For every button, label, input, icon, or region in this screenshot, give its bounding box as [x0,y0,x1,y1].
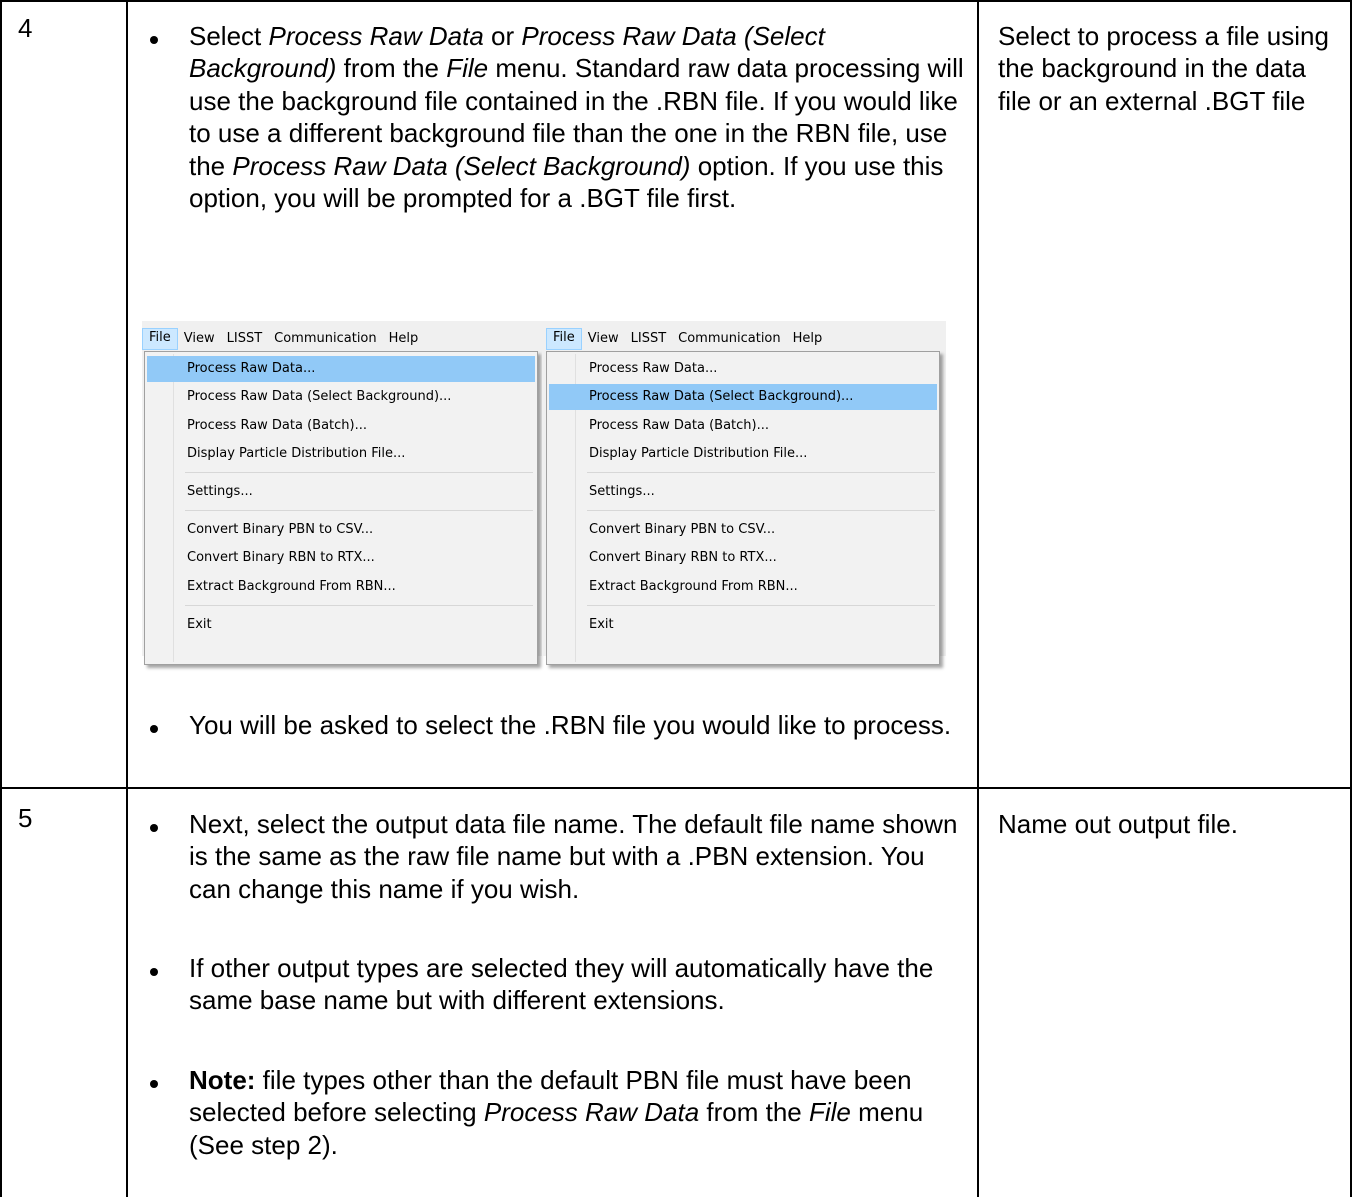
menu-item-exit[interactable]: Exit [147,612,535,638]
file-menu-screenshot-left: File View LISST Communication Help Proce… [142,321,542,665]
menu-file[interactable]: File [142,328,178,350]
menu-item-process-raw-select-background[interactable]: Process Raw Data (Select Background)... [549,384,937,410]
menu-item-exit[interactable]: Exit [549,612,937,638]
table-border-col1 [126,0,128,1197]
menubar: File View LISST Communication Help [546,327,828,351]
menu-item-convert-pbn[interactable]: Convert Binary PBN to CSV... [147,517,535,543]
menu-item-process-raw[interactable]: Process Raw Data... [147,356,535,382]
bullet [150,824,158,832]
menu-separator [587,472,935,473]
step-4-instruction: Select Process Raw Data or Process Raw D… [189,21,964,214]
menu-item-convert-rbn[interactable]: Convert Binary RBN to RTX... [147,545,535,571]
step-5-output-types: If other output types are selected they … [189,953,934,1016]
menu-item-display-distribution[interactable]: Display Particle Distribution File... [147,441,535,467]
menu-communication[interactable]: Communication [672,329,786,349]
menu-file[interactable]: File [546,328,582,350]
bullet [150,36,158,44]
menu-separator [587,510,935,511]
document-page: 4 Select Process Raw Data or Process Raw… [0,0,1353,1197]
menu-separator [185,472,533,473]
menu-separator [185,605,533,606]
step-4-followup: You will be asked to select the .RBN fil… [189,710,952,740]
step-5-output-name: Next, select the output data file name. … [189,809,958,904]
menu-item-process-raw-select-background[interactable]: Process Raw Data (Select Background)... [147,384,535,410]
menubar: File View LISST Communication Help [142,327,424,351]
menu-item-convert-rbn[interactable]: Convert Binary RBN to RTX... [549,545,937,571]
menu-item-process-raw[interactable]: Process Raw Data... [549,356,937,382]
menu-separator [587,605,935,606]
menu-item-display-distribution[interactable]: Display Particle Distribution File... [549,441,937,467]
step-number: 4 [18,13,33,43]
menu-item-settings[interactable]: Settings... [549,479,937,505]
menu-lisst[interactable]: LISST [221,329,269,349]
menu-item-extract-background[interactable]: Extract Background From RBN... [147,574,535,600]
menu-item-convert-pbn[interactable]: Convert Binary PBN to CSV... [549,517,937,543]
menu-item-settings[interactable]: Settings... [147,479,535,505]
table-border-left [0,0,2,1197]
menu-view[interactable]: View [178,329,221,349]
menu-communication[interactable]: Communication [268,329,382,349]
step-5-note: Note: file types other than the default … [189,1065,924,1160]
menu-help[interactable]: Help [383,329,425,349]
file-dropdown: Process Raw Data... Process Raw Data (Se… [144,351,538,665]
menu-help[interactable]: Help [787,329,829,349]
step-5-note-side: Name out output file. [998,809,1238,839]
menu-item-extract-background[interactable]: Extract Background From RBN... [549,574,937,600]
table-border-right [1350,0,1352,1197]
file-menu-screenshot-right: File View LISST Communication Help Proce… [542,321,946,665]
menu-view[interactable]: View [582,329,625,349]
bullet [150,968,158,976]
step-number: 5 [18,803,33,833]
menu-item-process-raw-batch[interactable]: Process Raw Data (Batch)... [549,413,937,439]
table-border-top [0,0,1352,2]
menu-item-process-raw-batch[interactable]: Process Raw Data (Batch)... [147,413,535,439]
step-4-note: Select to process a file using the backg… [998,21,1329,116]
row-divider [0,787,1352,789]
menu-lisst[interactable]: LISST [625,329,673,349]
menu-separator [185,510,533,511]
file-dropdown: Process Raw Data... Process Raw Data (Se… [546,351,940,665]
bullet [150,1080,158,1088]
table-border-col2 [977,0,979,1197]
bullet [150,725,158,733]
